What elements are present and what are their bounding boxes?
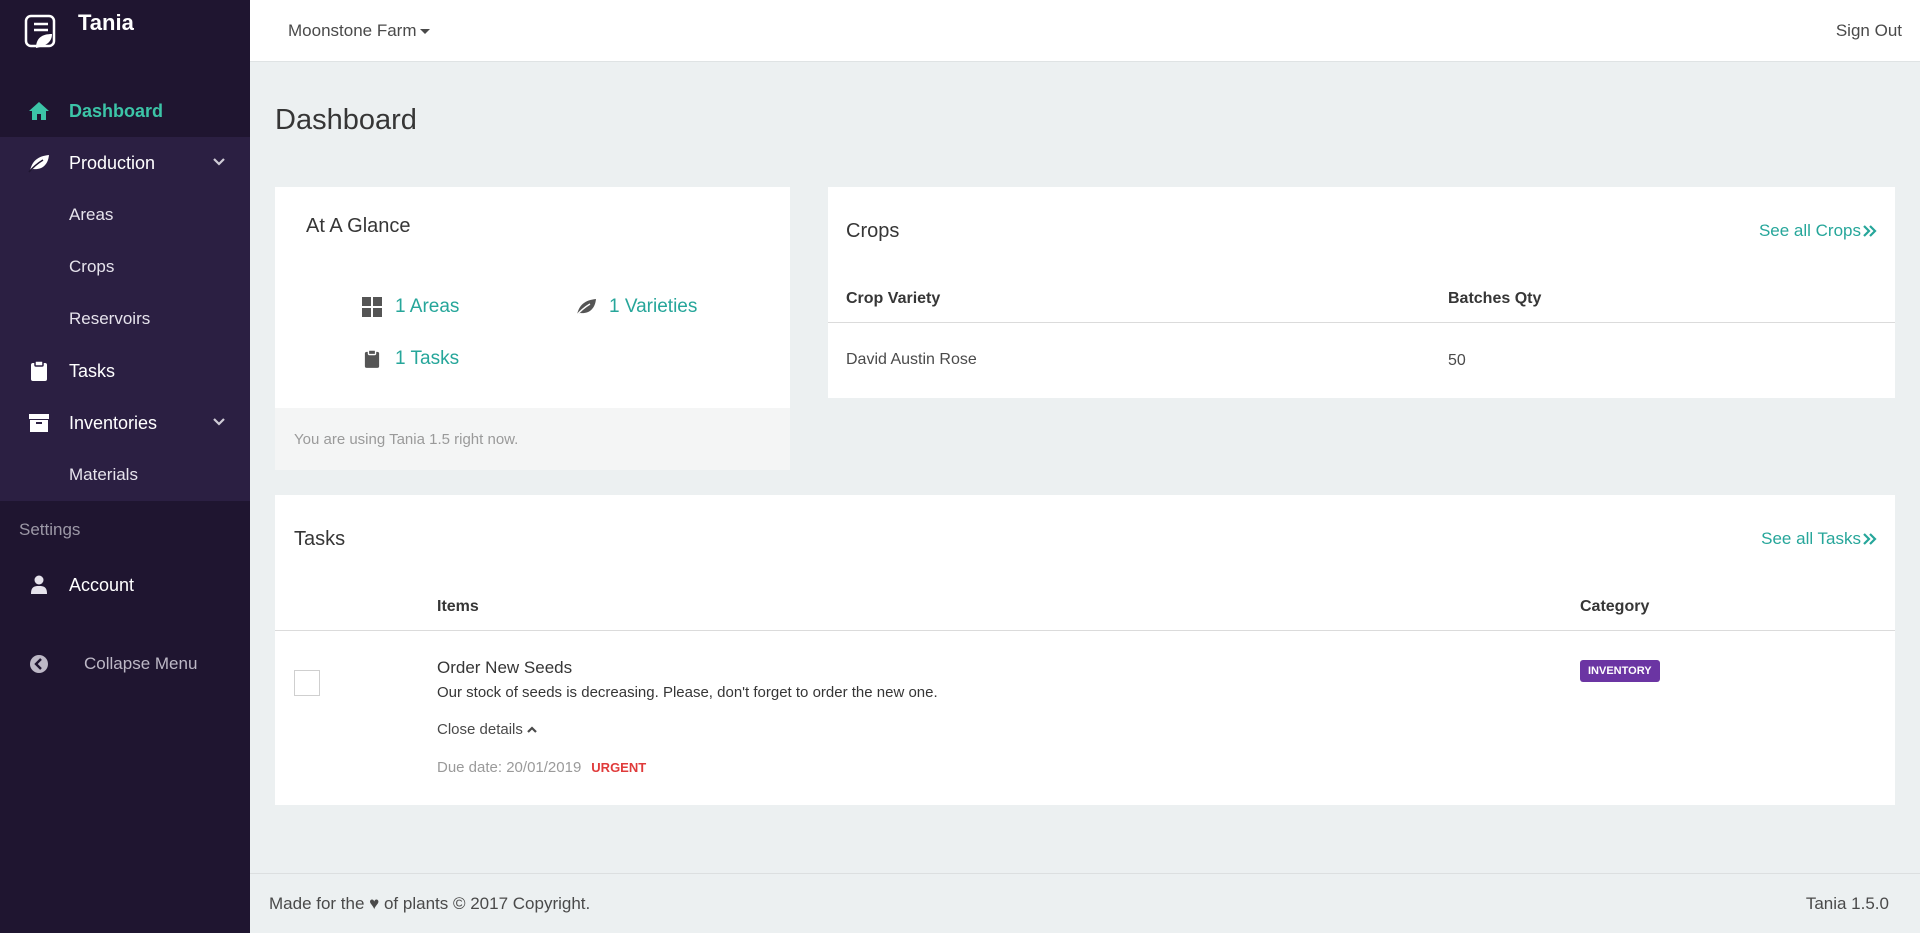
category-badge: INVENTORY bbox=[1580, 660, 1660, 682]
sidebar-item-crops[interactable]: Crops bbox=[0, 241, 250, 293]
column-header-category: Category bbox=[1580, 598, 1650, 615]
due-date: Due date: 20/01/2019 bbox=[437, 759, 582, 776]
topbar: Moonstone Farm Sign Out bbox=[250, 0, 1920, 62]
footer-credit: Made for the ♥ of plants © 2017 Copyrigh… bbox=[269, 893, 591, 913]
sidebar-item-label: Account bbox=[69, 574, 135, 595]
production-submenu: Areas Crops Reservoirs bbox=[0, 189, 250, 345]
farm-selector[interactable]: Moonstone Farm bbox=[288, 21, 430, 41]
leaf-icon bbox=[28, 152, 50, 174]
sidebar-item-label: Inventories bbox=[69, 412, 158, 433]
card-title: Crops bbox=[846, 220, 900, 242]
sidebar-item-tasks[interactable]: Tasks bbox=[0, 345, 250, 397]
varieties-count: 1 Varieties bbox=[609, 296, 698, 317]
column-header-items: Items bbox=[437, 598, 479, 615]
sign-out-link[interactable]: Sign Out bbox=[1836, 21, 1902, 41]
see-all-crops-label: See all Crops bbox=[1758, 221, 1861, 240]
collapse-menu-button[interactable]: Collapse Menu bbox=[0, 638, 250, 690]
at-a-glance-card: At A Glance 1 Areas 1 Varieties 1 Tasks … bbox=[275, 187, 790, 470]
tasks-stat-link[interactable]: 1 Tasks bbox=[361, 348, 459, 370]
user-icon bbox=[28, 574, 50, 596]
tasks-card: Tasks See all Tasks Items Category Order… bbox=[275, 495, 1895, 805]
card-title: Tasks bbox=[294, 528, 346, 550]
column-header-batches-qty: Batches Qty bbox=[1448, 290, 1542, 307]
brand-name: Tania bbox=[78, 10, 134, 35]
farm-name: Moonstone Farm bbox=[288, 20, 417, 40]
sidebar-item-label: Production bbox=[69, 152, 156, 173]
footer-version: Tania 1.5.0 bbox=[1805, 893, 1889, 913]
clipboard-icon bbox=[361, 348, 383, 370]
table-divider bbox=[275, 630, 1895, 631]
collapse-menu-label: Collapse Menu bbox=[84, 654, 198, 673]
page-title: Dashboard bbox=[275, 104, 417, 136]
inventories-submenu: Materials bbox=[0, 449, 250, 501]
sidebar-item-label: Tasks bbox=[69, 360, 116, 381]
table-divider bbox=[828, 322, 1895, 323]
task-title: Order New Seeds bbox=[437, 658, 573, 677]
sidebar-item-label: Dashboard bbox=[69, 100, 164, 121]
see-all-crops-link[interactable]: See all Crops bbox=[1759, 221, 1877, 241]
tania-logo-icon bbox=[24, 14, 56, 48]
settings-section-label: Settings bbox=[19, 520, 81, 539]
clipboard-icon bbox=[28, 360, 50, 382]
caret-down-icon bbox=[419, 29, 430, 34]
sidebar: Tania Dashboard Production Areas Crops R… bbox=[0, 0, 250, 933]
see-all-tasks-link[interactable]: See all Tasks bbox=[1761, 529, 1877, 549]
card-title: At A Glance bbox=[306, 215, 411, 237]
chevron-down-icon[interactable] bbox=[212, 155, 226, 169]
crop-variety-cell: David Austin Rose bbox=[846, 351, 977, 368]
sidebar-item-dashboard[interactable]: Dashboard bbox=[0, 85, 250, 137]
chevron-down-icon[interactable] bbox=[212, 415, 226, 429]
areas-stat-link[interactable]: 1 Areas bbox=[361, 296, 459, 318]
priority-badge: URGENT bbox=[591, 760, 647, 775]
sidebar-item-reservoirs[interactable]: Reservoirs bbox=[0, 293, 250, 345]
sidebar-item-production[interactable]: Production bbox=[0, 137, 250, 189]
sidebar-item-materials[interactable]: Materials bbox=[0, 449, 250, 501]
sidebar-item-account[interactable]: Account bbox=[0, 559, 250, 611]
page-footer: Made for the ♥ of plants © 2017 Copyrigh… bbox=[250, 873, 1920, 933]
home-icon bbox=[28, 100, 50, 122]
task-description: Our stock of seeds is decreasing. Please… bbox=[437, 684, 938, 701]
see-all-tasks-label: See all Tasks bbox=[1761, 529, 1861, 548]
sidebar-nav: Dashboard Production Areas Crops Reservo… bbox=[0, 85, 250, 690]
column-header-crop-variety: Crop Variety bbox=[846, 290, 941, 307]
batches-qty-cell: 50 bbox=[1448, 352, 1466, 369]
close-details-link[interactable]: Close details bbox=[437, 721, 538, 738]
double-chevron-right-icon bbox=[1863, 225, 1877, 237]
tasks-count: 1 Tasks bbox=[395, 348, 460, 369]
version-note: You are using Tania 1.5 right now. bbox=[275, 408, 790, 470]
leaf-icon bbox=[575, 296, 597, 318]
task-due: Due date: 20/01/2019 URGENT bbox=[437, 759, 646, 776]
double-chevron-right-icon bbox=[1863, 533, 1877, 545]
crops-card: Crops See all Crops Crop Variety Batches… bbox=[828, 187, 1895, 398]
chevron-up-icon bbox=[527, 725, 537, 733]
sidebar-item-areas[interactable]: Areas bbox=[0, 189, 250, 241]
archive-icon bbox=[28, 412, 50, 434]
close-details-label: Close details bbox=[437, 721, 523, 738]
grid-icon bbox=[361, 296, 383, 318]
chevron-left-circle-icon bbox=[28, 653, 50, 675]
sidebar-item-inventories[interactable]: Inventories bbox=[0, 397, 250, 449]
task-complete-checkbox[interactable] bbox=[294, 670, 320, 696]
areas-count: 1 Areas bbox=[395, 296, 460, 317]
brand[interactable]: Tania bbox=[0, 0, 250, 62]
varieties-stat-link[interactable]: 1 Varieties bbox=[575, 296, 697, 318]
